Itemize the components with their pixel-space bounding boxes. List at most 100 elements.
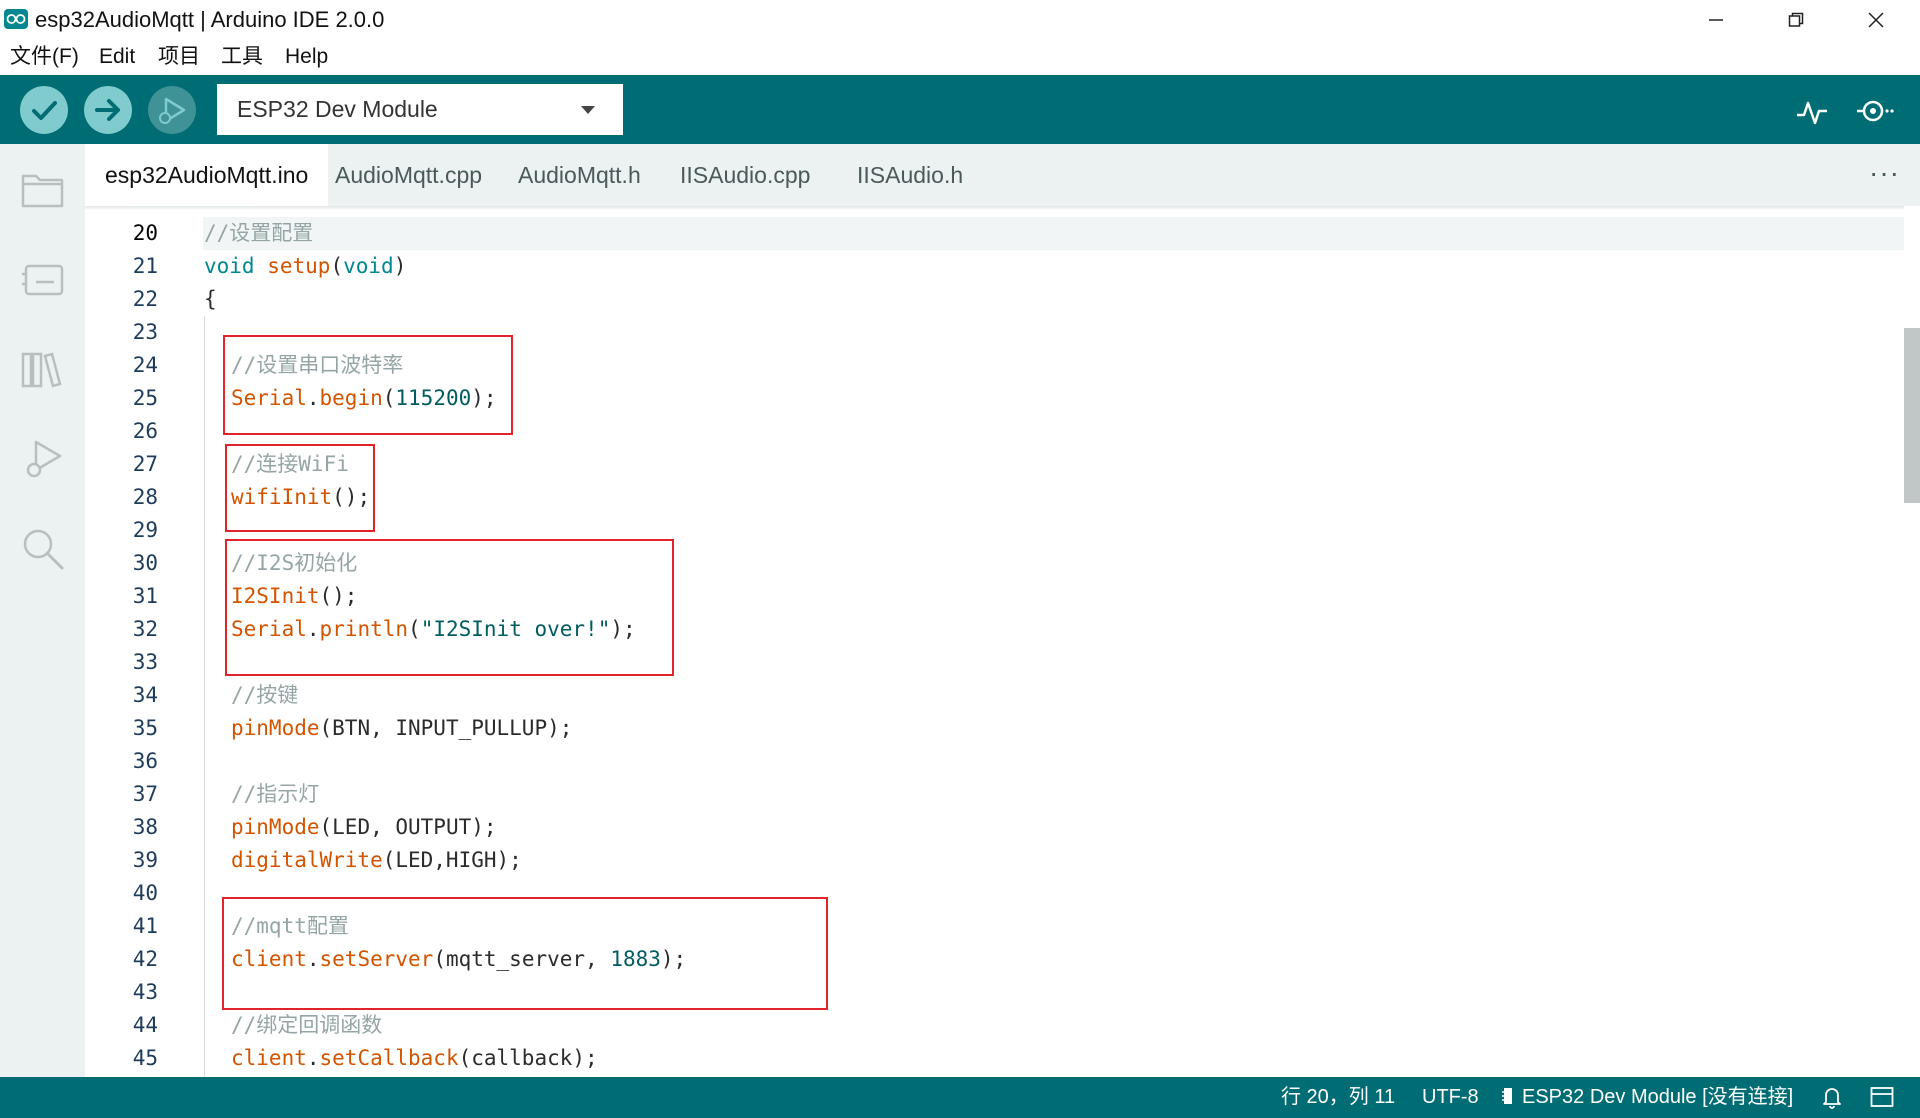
activity-sidebar — [0, 144, 85, 1077]
chevron-down-icon — [581, 106, 595, 114]
verify-button[interactable] — [20, 86, 68, 134]
panel-toggle-icon — [1870, 1087, 1894, 1107]
tab-iisaudio-cpp[interactable]: IISAudio.cpp — [660, 144, 830, 206]
annotation-box-serial — [223, 335, 513, 435]
line-number: 20 — [132, 221, 158, 245]
tab-esp32audiomqtt-ino[interactable]: esp32AudioMqtt.ino — [85, 144, 329, 206]
current-line-highlight — [203, 217, 1920, 250]
code-line: //设置配置 — [204, 221, 314, 245]
status-bar: 行 20，列 11 UTF-8 ESP32 Dev Module [没有连接] — [0, 1077, 1920, 1118]
folder-icon — [21, 174, 64, 208]
tab-iisaudio-h[interactable]: IISAudio.h — [837, 144, 983, 206]
line-number: 41 — [132, 914, 158, 938]
annotation-box-wifi — [225, 444, 375, 532]
menu-file[interactable]: 文件(F) — [10, 44, 79, 70]
serial-monitor-icon — [1857, 100, 1894, 122]
minimize-icon — [1709, 19, 1723, 21]
line-number: 28 — [132, 485, 158, 509]
debug-button[interactable] — [148, 86, 196, 134]
scrollbar-thumb[interactable] — [1904, 328, 1920, 503]
close-icon — [1868, 12, 1884, 28]
toolbar: ESP32 Dev Module — [0, 75, 1920, 144]
library-icon — [21, 352, 62, 388]
checkmark-icon — [32, 101, 57, 120]
serial-plotter-icon — [1797, 101, 1827, 125]
code-line: //指示灯 — [231, 782, 320, 806]
line-number: 22 — [132, 287, 158, 311]
debug-icon — [26, 440, 62, 478]
line-number: 31 — [132, 584, 158, 608]
library-manager-button[interactable] — [20, 346, 66, 392]
minimize-button[interactable] — [1676, 0, 1756, 39]
restore-icon — [1788, 12, 1804, 27]
serial-monitor-button[interactable] — [1853, 89, 1897, 133]
arduino-logo-icon — [4, 9, 28, 29]
arrow-right-icon — [95, 99, 120, 121]
chip-icon — [1502, 1086, 1514, 1104]
code-line: pinMode(BTN, INPUT_PULLUP); — [231, 716, 573, 740]
line-number: 37 — [132, 782, 158, 806]
notifications-button[interactable] — [1821, 1085, 1843, 1109]
debug-icon — [159, 97, 186, 124]
line-number: 27 — [132, 452, 158, 476]
line-number: 29 — [132, 518, 158, 542]
line-number: 39 — [132, 848, 158, 872]
line-number: 43 — [132, 980, 158, 1004]
menu-tools[interactable]: 工具 — [221, 44, 263, 70]
bell-icon — [1823, 1088, 1841, 1109]
menu-bar: 文件(F) Edit 项目 工具 Help — [0, 39, 1920, 75]
tab-audiomqtt-h[interactable]: AudioMqtt.h — [498, 144, 661, 206]
line-number: 30 — [132, 551, 158, 575]
more-tabs-button[interactable]: ··· — [1869, 159, 1900, 187]
line-number: 26 — [132, 419, 158, 443]
upload-button[interactable] — [84, 86, 132, 134]
code-editor[interactable]: 19 20 21 22 23 24 25 26 27 28 29 30 31 3… — [85, 206, 1920, 1077]
code-line: void setup(void) — [204, 254, 407, 278]
indent-guide — [204, 316, 205, 1077]
sketchbook-button[interactable] — [20, 166, 66, 212]
menu-help[interactable]: Help — [285, 44, 328, 70]
code-line: client.setCallback(callback); — [231, 1046, 598, 1070]
line-number-gutter: 19 20 21 22 23 24 25 26 27 28 29 30 31 3… — [85, 206, 203, 1077]
code-line: { — [204, 287, 217, 311]
menu-edit[interactable]: Edit — [99, 44, 135, 70]
restore-button[interactable] — [1756, 0, 1836, 39]
editor-top-shadow — [85, 206, 1920, 210]
board-name: ESP32 Dev Module — [237, 96, 438, 122]
line-number: 34 — [132, 683, 158, 707]
code-line: //按键 — [231, 683, 299, 707]
line-number: 38 — [132, 815, 158, 839]
search-button[interactable] — [20, 526, 66, 572]
window-title: esp32AudioMqtt | Arduino IDE 2.0.0 — [35, 7, 385, 32]
annotation-box-i2s — [225, 539, 674, 676]
annotation-box-mqtt — [222, 897, 828, 1010]
line-number: 33 — [132, 650, 158, 674]
search-icon — [23, 529, 64, 570]
editor-scrollbar[interactable] — [1904, 206, 1920, 1077]
toggle-panel-button[interactable] — [1870, 1086, 1894, 1108]
tab-audiomqtt-cpp[interactable]: AudioMqtt.cpp — [315, 144, 502, 206]
line-number: 40 — [132, 881, 158, 905]
line-number: 32 — [132, 617, 158, 641]
line-number: 24 — [132, 353, 158, 377]
serial-plotter-button[interactable] — [1791, 89, 1835, 133]
close-button[interactable] — [1836, 0, 1916, 39]
board-manager-icon — [22, 264, 64, 296]
line-number: 42 — [132, 947, 158, 971]
boards-manager-button[interactable] — [20, 256, 66, 302]
code-line: digitalWrite(LED,HIGH); — [231, 848, 522, 872]
code-line: //绑定回调函数 — [231, 1013, 383, 1037]
line-number: 35 — [132, 716, 158, 740]
line-number: 23 — [132, 320, 158, 344]
file-encoding[interactable]: UTF-8 — [1422, 1084, 1479, 1110]
line-number: 21 — [132, 254, 158, 278]
title-bar: esp32AudioMqtt | Arduino IDE 2.0.0 — [0, 0, 1920, 39]
menu-project[interactable]: 项目 — [158, 44, 200, 70]
board-selector[interactable]: ESP32 Dev Module — [217, 84, 623, 135]
line-number: 36 — [132, 749, 158, 773]
board-status[interactable]: ESP32 Dev Module [没有连接] — [1522, 1084, 1793, 1110]
tab-bar: esp32AudioMqtt.ino AudioMqtt.cpp AudioMq… — [85, 144, 1920, 206]
debugger-button[interactable] — [20, 436, 66, 482]
line-number: 44 — [132, 1013, 158, 1037]
cursor-position[interactable]: 行 20，列 11 — [1281, 1084, 1395, 1110]
